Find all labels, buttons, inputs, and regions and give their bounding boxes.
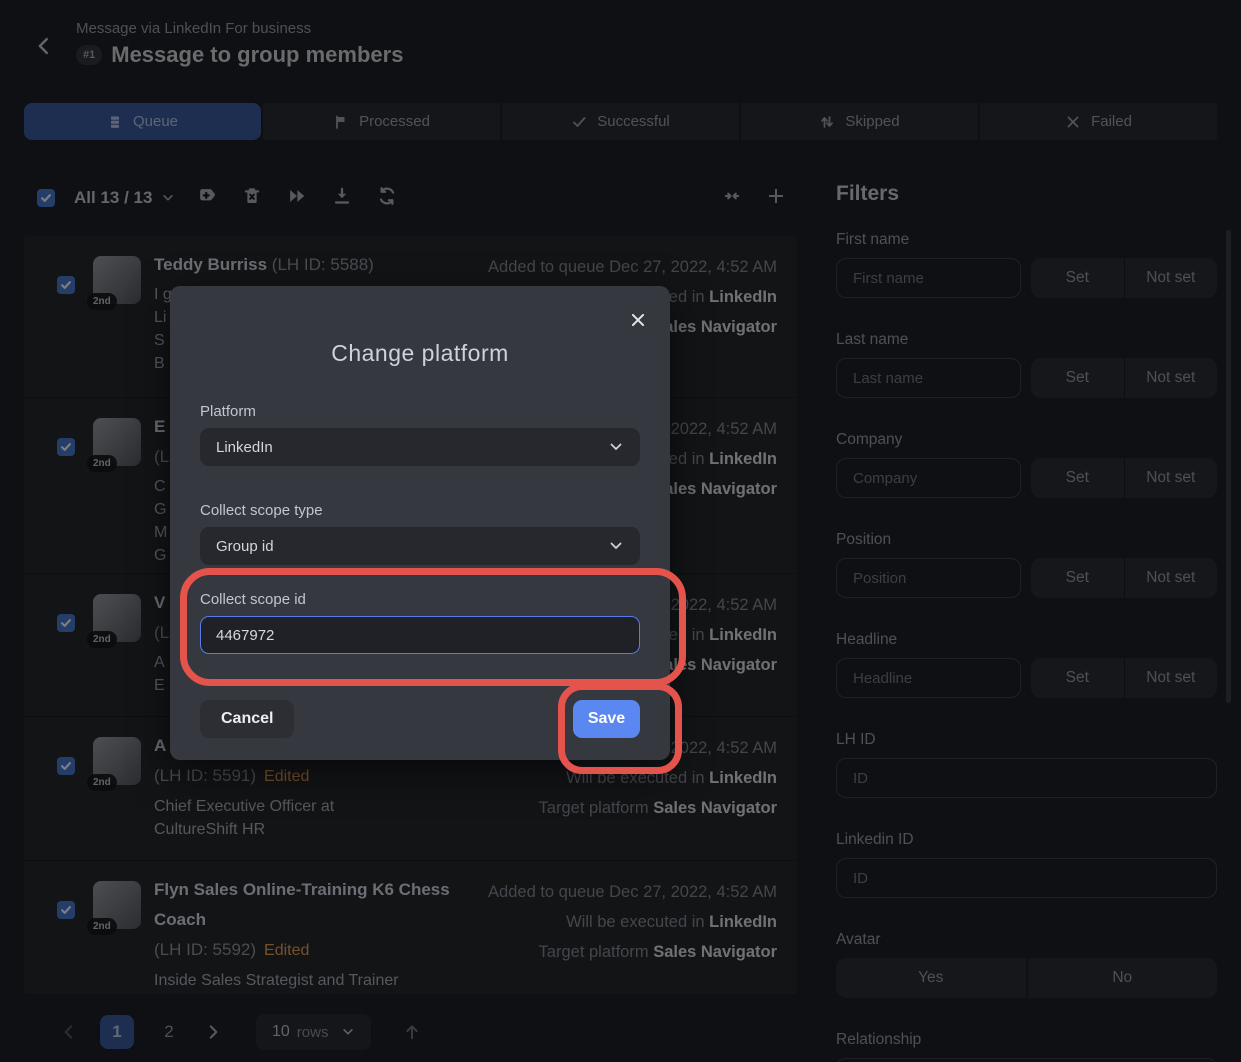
change-platform-modal: Change platform Platform LinkedIn Collec… — [170, 286, 670, 760]
platform-value: LinkedIn — [216, 439, 273, 456]
platform-select[interactable]: LinkedIn — [200, 428, 640, 466]
close-icon — [629, 311, 647, 329]
chevron-down-icon — [608, 538, 624, 554]
platform-label: Platform — [200, 403, 640, 420]
scope-type-value: Group id — [216, 538, 274, 555]
scope-type-select[interactable]: Group id — [200, 527, 640, 565]
cancel-button[interactable]: Cancel — [200, 700, 294, 738]
save-button[interactable]: Save — [573, 700, 640, 738]
modal-title: Change platform — [200, 340, 640, 367]
scope-id-label: Collect scope id — [200, 591, 640, 608]
scope-id-input[interactable] — [200, 616, 640, 654]
scope-type-label: Collect scope type — [200, 502, 640, 519]
close-button[interactable] — [626, 308, 650, 332]
app-window: Message via LinkedIn For business #1 Mes… — [0, 0, 1241, 1062]
chevron-down-icon — [608, 439, 624, 455]
